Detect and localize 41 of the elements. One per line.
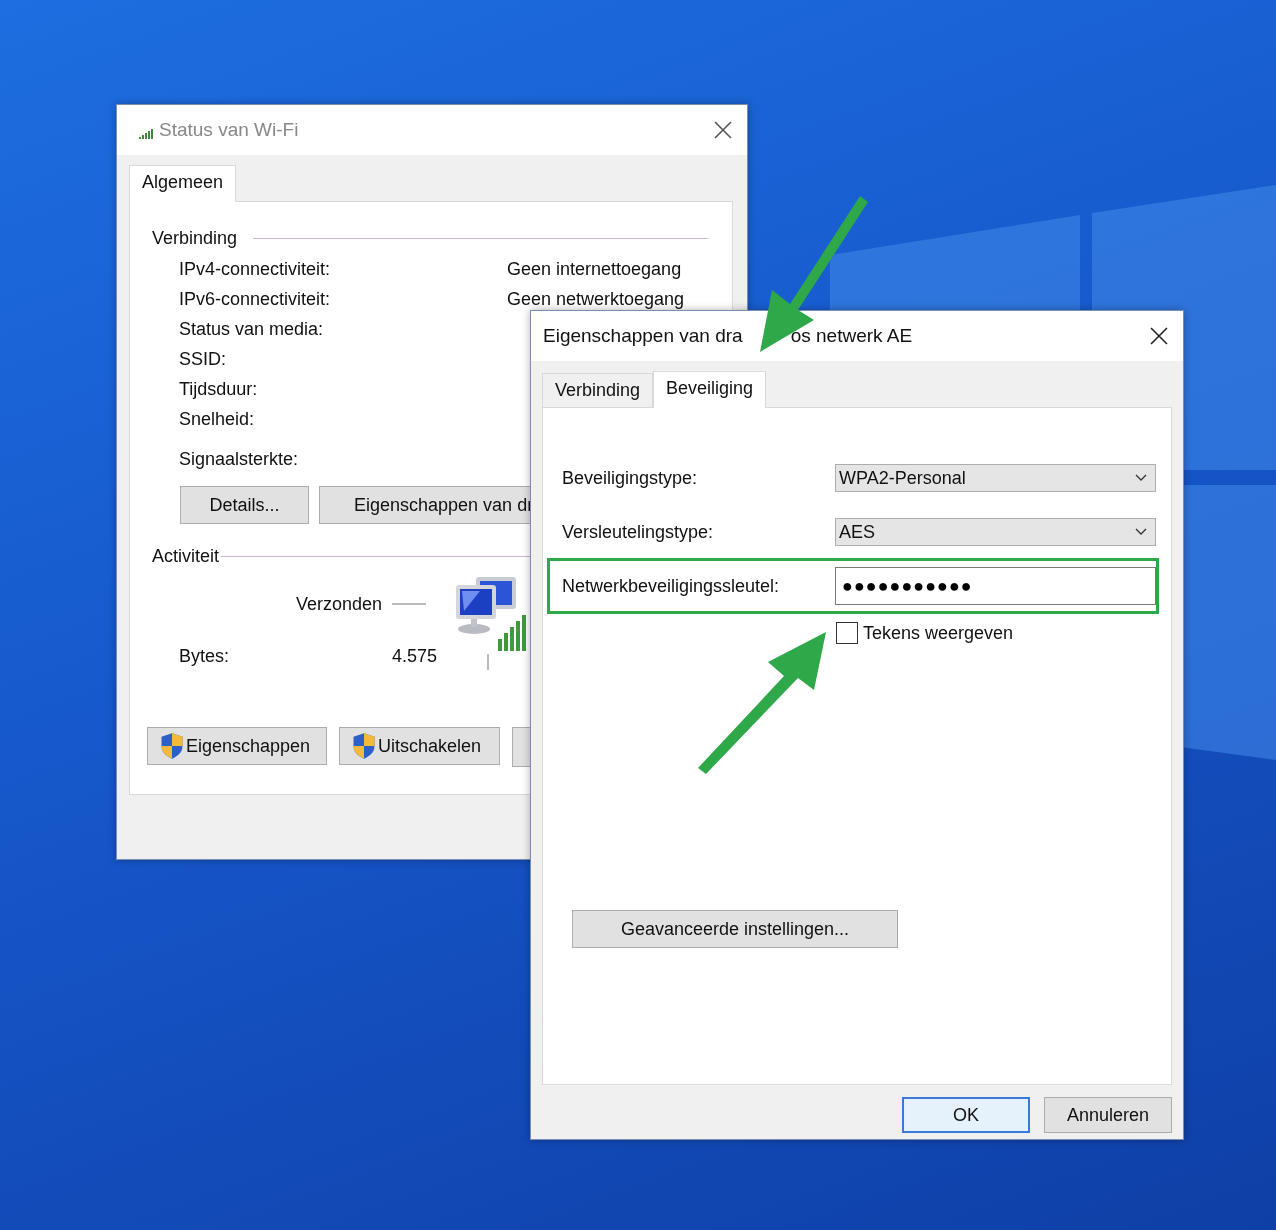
close-icon[interactable] <box>1149 326 1169 346</box>
tab[interactable]: Algemeen <box>129 165 237 202</box>
info-label: Snelheid: <box>179 408 256 430</box>
chevron-down-icon <box>1135 528 1147 536</box>
info-label: Status van media: <box>179 318 325 340</box>
close-icon[interactable] <box>713 120 733 140</box>
window-title: os netwerk AE <box>790 325 913 347</box>
info-label: Signaalsterkte: <box>179 448 300 470</box>
checkbox-label: Tekens weergeven <box>863 622 1014 644</box>
info-value: Geen netwerktoegang <box>507 288 685 310</box>
password-field[interactable]: ●●●●●●●●●●● <box>835 567 1156 605</box>
dropdown[interactable]: WPA2-Personal <box>835 464 1156 492</box>
checkbox[interactable] <box>836 622 858 644</box>
dialog-button[interactable]: Details... <box>180 486 309 524</box>
bytes-value: 4.575 <box>392 645 438 667</box>
sent-label: Verzonden <box>296 593 383 615</box>
bytes-label: Bytes: <box>179 645 231 667</box>
dialog-button[interactable]: Annuleren <box>1044 1097 1172 1133</box>
field-label: Beveiligingstype: <box>562 467 699 489</box>
info-label: Tijdsduur: <box>179 378 259 400</box>
window-title: Status van Wi-Fi <box>159 119 299 141</box>
shield-icon <box>160 732 184 760</box>
dialog-button[interactable]: OK <box>902 1097 1030 1133</box>
info-label: IPv6-connectiviteit: <box>179 288 332 310</box>
info-label: IPv4-connectiviteit: <box>179 258 332 280</box>
info-label: SSID: <box>179 348 227 370</box>
advanced-settings-button[interactable]: Geavanceerde instellingen... <box>572 910 898 948</box>
dropdown[interactable]: AES <box>835 518 1156 546</box>
window-title: Eigenschappen van dra <box>543 325 743 347</box>
tab[interactable]: Beveiliging <box>653 371 767 408</box>
dialog-button[interactable]: Eigenschappen <box>147 727 327 765</box>
info-value: Geen internettoegang <box>507 258 682 280</box>
signal-bars-icon <box>139 129 153 139</box>
section-heading: Activiteit <box>152 545 220 567</box>
shield-icon <box>352 732 376 760</box>
chevron-down-icon <box>1135 474 1147 482</box>
dialog-button[interactable]: Uitschakelen <box>339 727 500 765</box>
field-label: Netwerkbeveiligingssleutel: <box>562 575 781 597</box>
section-heading: Verbinding <box>152 227 238 249</box>
field-label: Versleutelingstype: <box>562 521 715 543</box>
tab[interactable]: Verbinding <box>542 373 654 407</box>
